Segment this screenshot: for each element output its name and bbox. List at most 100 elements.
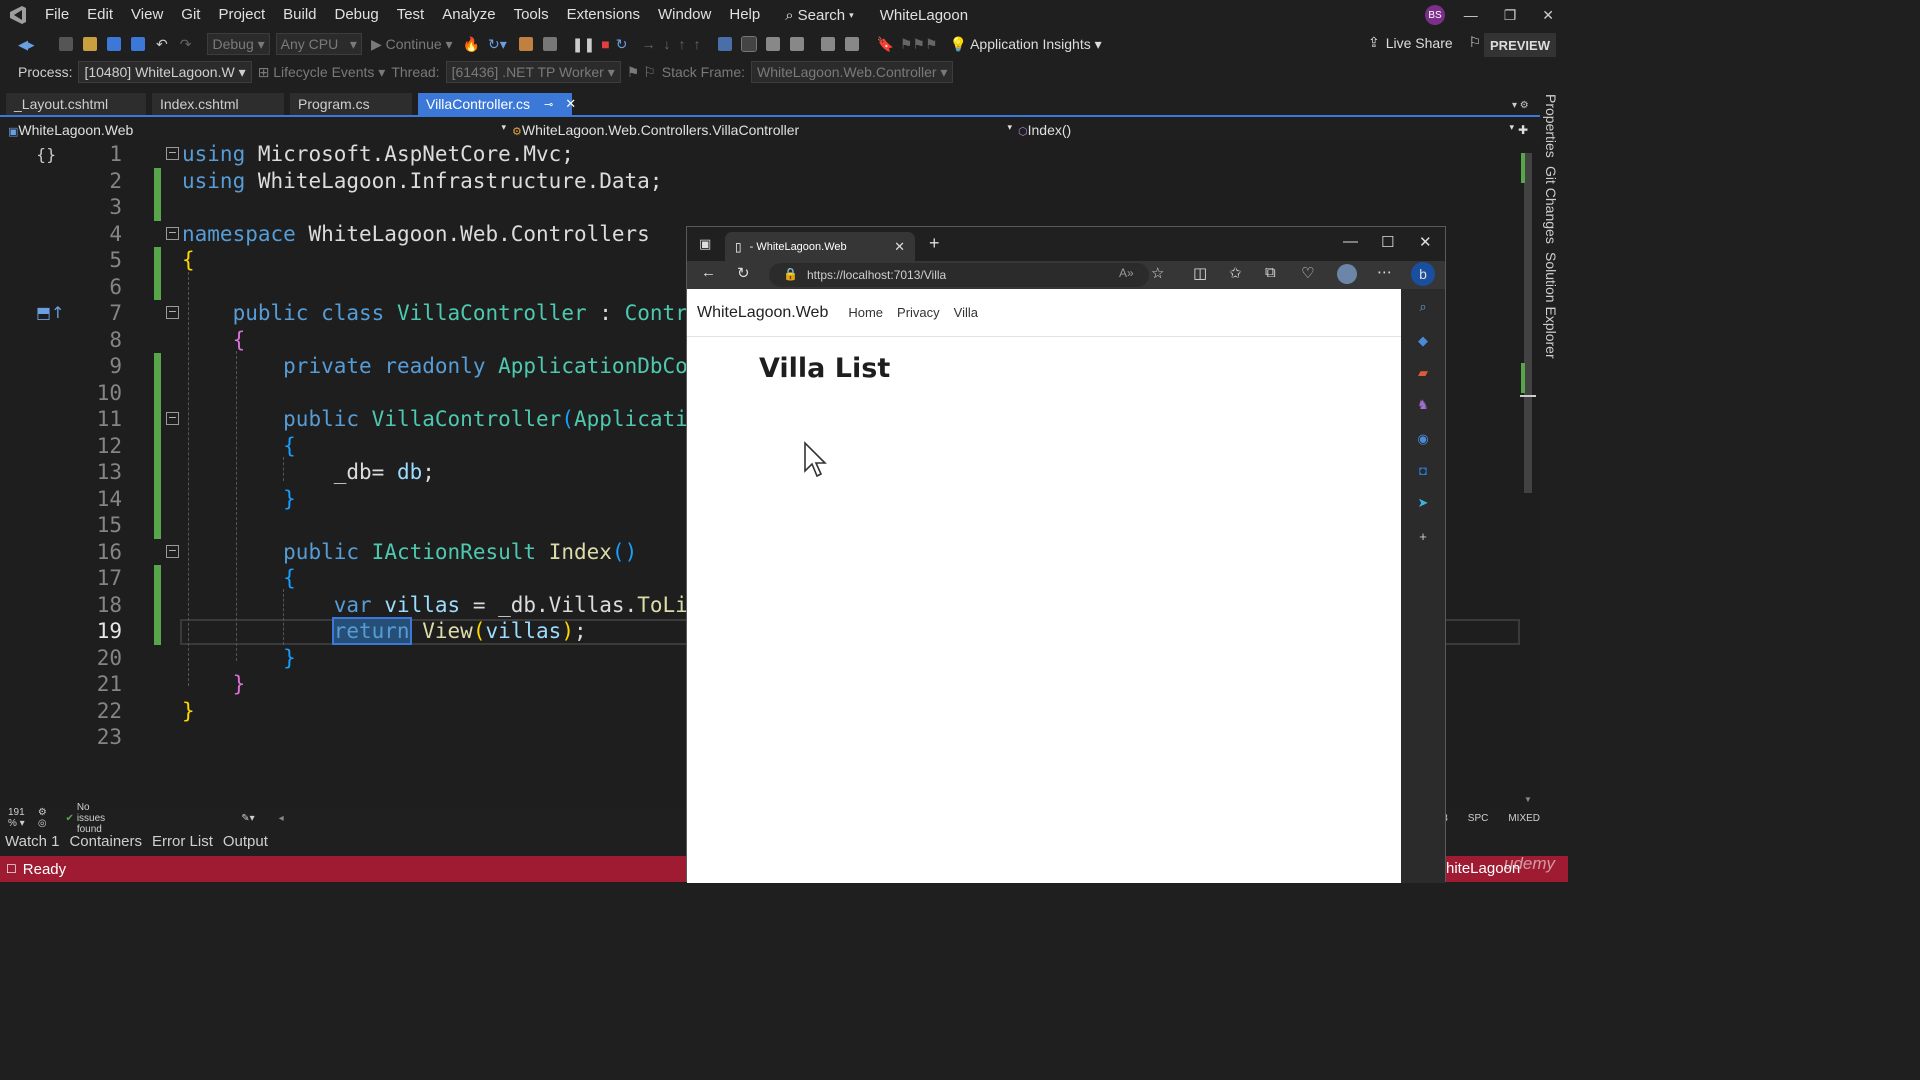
stop-icon[interactable]: ■ <box>601 36 609 52</box>
scroll-left-icon[interactable]: ◂ <box>279 813 284 824</box>
browser-minimize-icon[interactable]: — <box>1343 233 1358 250</box>
bookmark-icon[interactable]: 🔖 <box>876 36 893 53</box>
format-icon[interactable] <box>766 37 781 51</box>
spacing-indicator[interactable]: SPC <box>1468 813 1489 824</box>
add-sidebar-icon[interactable]: + <box>1414 529 1432 545</box>
open-file-icon[interactable] <box>83 37 97 51</box>
browser-close-icon[interactable]: ✕ <box>1419 233 1432 251</box>
restart-icon[interactable]: ↻ <box>616 36 628 53</box>
profile-avatar-icon[interactable] <box>1337 264 1357 284</box>
shopping-icon[interactable]: ◆ <box>1414 333 1432 349</box>
tab-error-list[interactable]: Error List <box>152 833 213 850</box>
tab-index-cshtml[interactable]: Index.cshtml <box>146 93 284 115</box>
git-changes-tab[interactable]: Git Changes <box>1543 166 1559 244</box>
scroll-down-icon[interactable]: ▼ <box>1524 795 1532 804</box>
indent-icon[interactable] <box>790 37 805 51</box>
menu-edit[interactable]: Edit <box>78 0 122 30</box>
reload-icon[interactable]: ↻ <box>737 264 750 282</box>
favorites-icon[interactable]: ✩ <box>1229 264 1242 282</box>
platform-dropdown[interactable]: Any CPU ▾ <box>275 33 362 55</box>
favorite-star-icon[interactable]: ☆ <box>1151 264 1164 282</box>
stack-frame-dropdown[interactable]: WhiteLagoon.Web.Controller ▾ <box>751 61 954 83</box>
new-tab-icon[interactable]: + <box>929 233 940 254</box>
uncomment-icon[interactable] <box>845 37 860 51</box>
tab-overflow-icon[interactable]: ▾ ⚙ <box>1512 100 1529 111</box>
layout-icon[interactable] <box>542 37 557 51</box>
menu-window[interactable]: Window <box>649 0 720 30</box>
menu-test[interactable]: Test <box>388 0 434 30</box>
collapse-toggle[interactable]: − <box>166 412 179 425</box>
menu-file[interactable]: File <box>36 0 78 30</box>
browser-link-icon[interactable] <box>518 37 533 51</box>
copilot-icon[interactable]: ⚙ ◎ <box>38 807 50 829</box>
games-icon[interactable]: ♞ <box>1414 397 1432 413</box>
address-bar[interactable]: 🔒 https://localhost:7013/Villa <box>769 263 1149 287</box>
more-menu-icon[interactable]: ⋯ <box>1377 263 1392 281</box>
close-icon[interactable]: ✕ <box>1542 7 1554 24</box>
spell-check-icon[interactable] <box>741 36 758 52</box>
office-icon[interactable]: ◉ <box>1414 431 1432 447</box>
collapse-toggle[interactable]: − <box>166 544 179 558</box>
member-dropdown[interactable]: ⬡Index() ▾ <box>1018 122 1518 138</box>
project-dropdown[interactable]: ▣WhiteLagoon.Web ▾ <box>0 122 512 138</box>
menu-tools[interactable]: Tools <box>505 0 558 30</box>
performance-icon[interactable]: ♡ <box>1301 264 1314 282</box>
minimize-icon[interactable]: — <box>1464 7 1478 23</box>
debug-tools-icon[interactable] <box>718 37 733 51</box>
scroll-thumb[interactable] <box>1524 153 1532 493</box>
site-brand[interactable]: WhiteLagoon.Web <box>697 304 828 322</box>
collections-icon[interactable]: ⧉ <box>1265 264 1276 281</box>
lifecycle-events-button[interactable]: ⊞ Lifecycle Events ▾ <box>258 64 386 81</box>
comment-icon[interactable] <box>821 37 836 51</box>
menu-extensions[interactable]: Extensions <box>558 0 649 30</box>
tab-output[interactable]: Output <box>223 833 268 850</box>
live-share-button[interactable]: ⇪ Live Share ⚐ <box>1368 34 1481 51</box>
collapse-toggle[interactable]: − <box>166 147 179 160</box>
menu-debug[interactable]: Debug <box>326 0 388 30</box>
application-insights-button[interactable]: 💡 Application Insights ▾ <box>950 36 1102 53</box>
tab-program-cs[interactable]: Program.cs <box>284 93 412 115</box>
menu-build[interactable]: Build <box>274 0 325 30</box>
menu-project[interactable]: Project <box>209 0 274 30</box>
save-all-icon[interactable] <box>131 37 145 51</box>
browser-maximize-icon[interactable]: ☐ <box>1381 233 1394 251</box>
user-avatar[interactable]: BS <box>1425 5 1445 25</box>
back-icon[interactable]: ← <box>701 264 716 281</box>
split-icon[interactable]: ✚ <box>1518 123 1528 137</box>
menu-help[interactable]: Help <box>720 0 769 30</box>
zoom-dropdown[interactable]: 191 % ▾ <box>8 807 34 829</box>
menu-view[interactable]: View <box>122 0 172 30</box>
pause-icon[interactable]: ❚❚ <box>572 36 595 53</box>
outlook-icon[interactable]: ◘ <box>1414 463 1432 479</box>
nav-home-link[interactable]: Home <box>848 305 883 320</box>
split-screen-icon[interactable]: ◫ <box>1193 264 1207 282</box>
properties-tab[interactable]: Properties <box>1543 94 1559 158</box>
collapse-toggle[interactable]: − <box>166 306 179 319</box>
redo-icon[interactable]: ↷ <box>180 36 192 53</box>
hot-reload-icon[interactable]: 🔥 <box>463 36 480 53</box>
menu-analyze[interactable]: Analyze <box>433 0 504 30</box>
bookmark-nav-icon[interactable]: ⚑⚑⚑ <box>900 36 938 53</box>
close-tab-icon[interactable]: ✕ <box>894 239 905 255</box>
nav-villa-link[interactable]: Villa <box>954 305 978 320</box>
editor-scrollbar[interactable]: ▼ <box>1520 141 1538 809</box>
tools-icon[interactable]: ▰ <box>1414 365 1432 381</box>
solution-config-dropdown[interactable]: Debug ▾ <box>207 33 270 55</box>
send-icon[interactable]: ➤ <box>1414 495 1432 511</box>
browser-tab[interactable]: ▯ - WhiteLagoon.Web ✕ <box>725 232 915 261</box>
process-dropdown[interactable]: [10480] WhiteLagoon.W ▾ <box>78 61 252 83</box>
tab-watch-1[interactable]: Watch 1 <box>5 833 59 850</box>
line-ending-indicator[interactable]: MIXED <box>1508 813 1540 824</box>
menu-git[interactable]: Git <box>172 0 209 30</box>
back-forward-icon[interactable]: ◀▸ <box>18 37 35 52</box>
undo-icon[interactable]: ↶ <box>156 36 168 53</box>
collapse-toggle[interactable]: − <box>166 226 179 240</box>
thread-dropdown[interactable]: [61436] .NET TP Worker ▾ <box>445 61 621 83</box>
close-tab-icon[interactable]: ✕ <box>565 96 576 112</box>
new-project-icon[interactable] <box>59 37 73 51</box>
step-icons[interactable]: →↓↑↑ <box>641 36 708 52</box>
tab-villacontroller-cs[interactable]: VillaController.cs ⊸ ✕ <box>412 93 576 115</box>
read-aloud-icon[interactable]: A» <box>1119 266 1134 280</box>
search-icon[interactable]: ⌕ <box>1414 299 1432 315</box>
continue-button[interactable]: ▶ Continue ▾ <box>371 36 453 53</box>
